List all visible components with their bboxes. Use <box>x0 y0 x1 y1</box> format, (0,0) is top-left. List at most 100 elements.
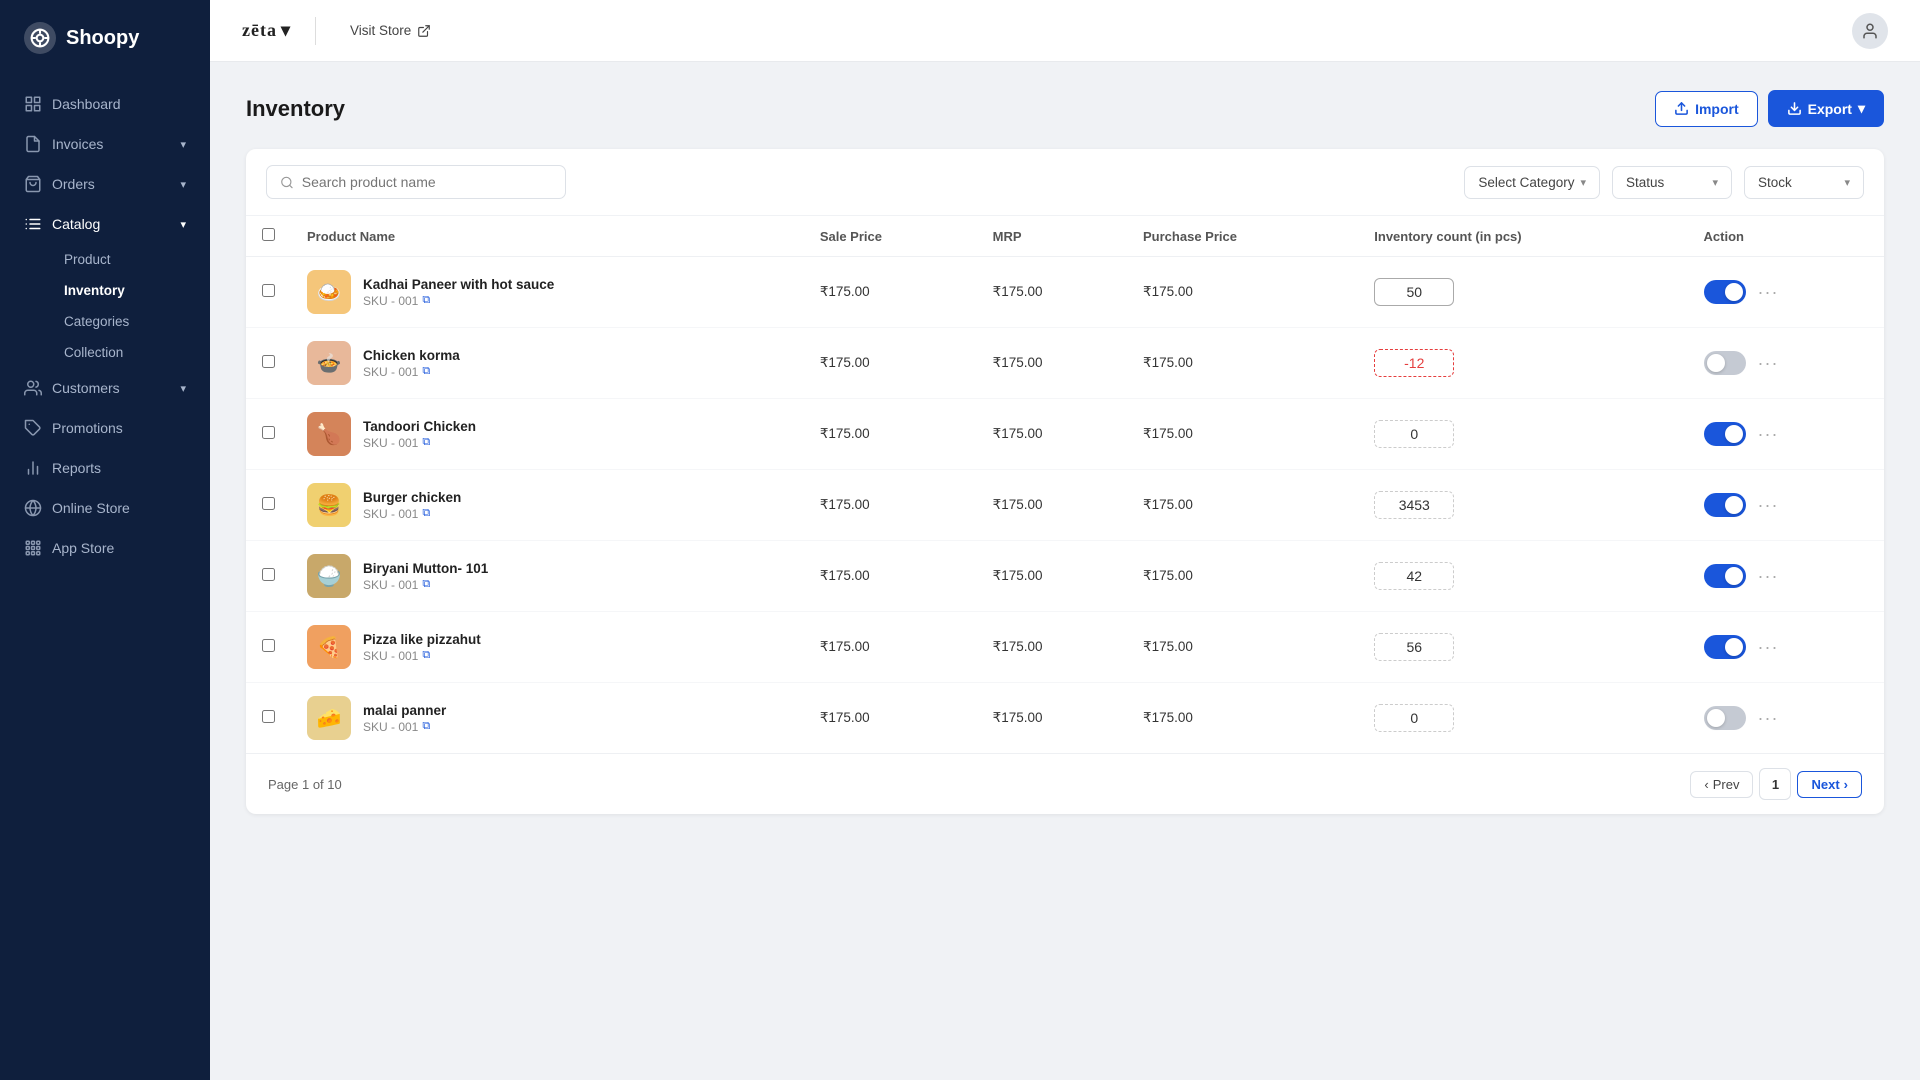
sidebar-item-online-store[interactable]: Online Store <box>0 488 210 528</box>
user-avatar[interactable] <box>1852 13 1888 49</box>
toggle-1[interactable] <box>1704 351 1746 375</box>
action-menu-3[interactable]: ··· <box>1758 495 1779 516</box>
product-link-icon-3[interactable]: ⧉ <box>422 507 430 520</box>
sale-price-2: ₹175.00 <box>804 399 977 470</box>
search-input[interactable] <box>302 174 552 190</box>
mrp-5: ₹175.00 <box>977 612 1127 683</box>
purchase-price-5: ₹175.00 <box>1127 612 1358 683</box>
select-all-checkbox[interactable] <box>262 228 275 241</box>
sidebar-item-orders[interactable]: Orders ▾ <box>0 164 210 204</box>
product-link-icon-0[interactable]: ⧉ <box>422 294 430 307</box>
product-info-1: Chicken korma SKU - 001 ⧉ <box>363 348 460 379</box>
category-filter-label: Select Category <box>1478 175 1574 190</box>
brand-name: Shoopy <box>66 27 139 50</box>
col-product-name: Product Name <box>291 216 804 257</box>
sidebar-label-invoices: Invoices <box>52 136 103 152</box>
next-button[interactable]: Next › <box>1797 771 1862 798</box>
row-checkbox-5[interactable] <box>262 639 275 652</box>
product-sku-2: SKU - 001 ⧉ <box>363 436 476 450</box>
zeta-chevron[interactable]: ▾ <box>281 20 291 41</box>
row-checkbox-1[interactable] <box>262 355 275 368</box>
sidebar-item-categories[interactable]: Categories <box>52 306 210 337</box>
inventory-input-3[interactable] <box>1374 491 1454 519</box>
prev-button[interactable]: ‹ Prev <box>1690 771 1753 798</box>
sidebar-item-promotions[interactable]: Promotions <box>0 408 210 448</box>
chevron-orders: ▾ <box>180 178 186 191</box>
table-row: 🍕 Pizza like pizzahut SKU - 001 ⧉ ₹175.0… <box>246 612 1884 683</box>
sidebar-label-reports: Reports <box>52 460 101 476</box>
sidebar-nav: Dashboard Invoices ▾ Orders ▾ Catalog ▾ … <box>0 76 210 1080</box>
toggle-0[interactable] <box>1704 280 1746 304</box>
brand-logo[interactable]: Shoopy <box>0 0 210 76</box>
product-info-4: Biryani Mutton- 101 SKU - 001 ⧉ <box>363 561 488 592</box>
sidebar-item-app-store[interactable]: App Store <box>0 528 210 568</box>
product-name-6: malai panner <box>363 703 446 718</box>
inventory-input-0[interactable] <box>1374 278 1454 306</box>
page-label: Page 1 of 10 <box>268 777 342 792</box>
stock-filter[interactable]: Stock ▾ <box>1744 166 1864 199</box>
product-link-icon-5[interactable]: ⧉ <box>422 649 430 662</box>
toggle-6[interactable] <box>1704 706 1746 730</box>
row-checkbox-2[interactable] <box>262 426 275 439</box>
toggle-3[interactable] <box>1704 493 1746 517</box>
toggle-2[interactable] <box>1704 422 1746 446</box>
product-info-0: Kadhai Paneer with hot sauce SKU - 001 ⧉ <box>363 277 554 308</box>
action-menu-2[interactable]: ··· <box>1758 424 1779 445</box>
col-sale-price: Sale Price <box>804 216 977 257</box>
product-image-3: 🍔 <box>307 483 351 527</box>
action-menu-1[interactable]: ··· <box>1758 353 1779 374</box>
product-sku-1: SKU - 001 ⧉ <box>363 365 460 379</box>
sidebar-item-collection[interactable]: Collection <box>52 337 210 368</box>
action-menu-4[interactable]: ··· <box>1758 566 1779 587</box>
chevron-customers: ▾ <box>180 382 186 395</box>
sidebar-item-reports[interactable]: Reports <box>0 448 210 488</box>
product-link-icon-4[interactable]: ⧉ <box>422 578 430 591</box>
main-content: zēta ▾ Visit Store Inventory Import Expo… <box>210 0 1920 1080</box>
sidebar-item-inventory[interactable]: Inventory <box>52 275 210 306</box>
stock-filter-label: Stock <box>1758 175 1792 190</box>
status-filter[interactable]: Status ▾ <box>1612 166 1732 199</box>
product-info-6: malai panner SKU - 001 ⧉ <box>363 703 446 734</box>
zeta-brand[interactable]: zēta ▾ <box>242 20 291 41</box>
pagination: Page 1 of 10 ‹ Prev 1 Next › <box>246 753 1884 814</box>
import-button[interactable]: Import <box>1655 91 1758 127</box>
export-button[interactable]: Export ▾ <box>1768 90 1884 127</box>
sidebar-item-product[interactable]: Product <box>52 244 210 275</box>
stock-chevron-icon: ▾ <box>1844 176 1850 189</box>
sidebar-item-dashboard[interactable]: Dashboard <box>0 84 210 124</box>
sidebar-item-catalog[interactable]: Catalog ▾ <box>0 204 210 244</box>
sidebar-item-customers[interactable]: Customers ▾ <box>0 368 210 408</box>
product-image-4: 🍚 <box>307 554 351 598</box>
status-chevron-icon: ▾ <box>1712 176 1718 189</box>
table-row: 🍛 Kadhai Paneer with hot sauce SKU - 001… <box>246 257 1884 328</box>
inventory-input-4[interactable] <box>1374 562 1454 590</box>
row-checkbox-0[interactable] <box>262 284 275 297</box>
search-wrap <box>266 165 566 199</box>
row-checkbox-6[interactable] <box>262 710 275 723</box>
product-name-4: Biryani Mutton- 101 <box>363 561 488 576</box>
product-sku-0: SKU - 001 ⧉ <box>363 294 554 308</box>
row-checkbox-4[interactable] <box>262 568 275 581</box>
toggle-4[interactable] <box>1704 564 1746 588</box>
product-link-icon-1[interactable]: ⧉ <box>422 365 430 378</box>
visit-store-button[interactable]: Visit Store <box>340 17 441 44</box>
product-sku-6: SKU - 001 ⧉ <box>363 720 446 734</box>
prev-chevron-icon: ‹ <box>1704 777 1708 792</box>
sale-price-0: ₹175.00 <box>804 257 977 328</box>
action-menu-0[interactable]: ··· <box>1758 282 1779 303</box>
row-checkbox-3[interactable] <box>262 497 275 510</box>
inventory-input-5[interactable] <box>1374 633 1454 661</box>
action-menu-6[interactable]: ··· <box>1758 708 1779 729</box>
sale-price-5: ₹175.00 <box>804 612 977 683</box>
toggle-5[interactable] <box>1704 635 1746 659</box>
sale-price-1: ₹175.00 <box>804 328 977 399</box>
product-link-icon-6[interactable]: ⧉ <box>422 720 430 733</box>
category-filter[interactable]: Select Category ▾ <box>1464 166 1600 199</box>
inventory-input-2[interactable] <box>1374 420 1454 448</box>
action-menu-5[interactable]: ··· <box>1758 637 1779 658</box>
sidebar-item-invoices[interactable]: Invoices ▾ <box>0 124 210 164</box>
product-link-icon-2[interactable]: ⧉ <box>422 436 430 449</box>
inventory-input-1[interactable] <box>1374 349 1454 377</box>
sidebar-label-customers: Customers <box>52 380 120 396</box>
inventory-input-6[interactable] <box>1374 704 1454 732</box>
